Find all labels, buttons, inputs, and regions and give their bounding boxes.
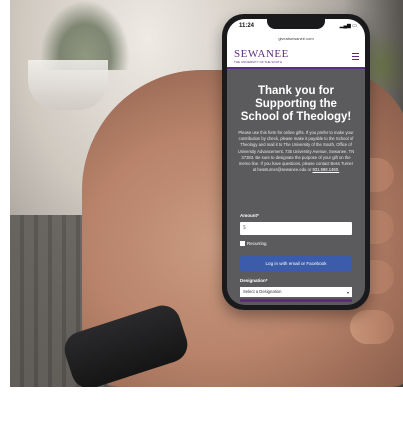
photo-background: 11:24 ▂▄▆ ▭ giveatsewanee.com SEWANEE TH… [10,0,403,387]
designation-select[interactable]: Select a Designation ▾ [240,287,352,297]
accent-bar [240,299,352,302]
amount-input[interactable]: $ [240,222,352,235]
url-bar[interactable]: giveatsewanee.com [227,35,365,45]
plant-pot [28,60,108,110]
signal-icon: ▂▄▆ ▭ [339,23,357,29]
sewanee-logo[interactable]: SEWANEE [234,48,289,60]
smartphone: 11:24 ▂▄▆ ▭ giveatsewanee.com SEWANEE TH… [222,14,370,310]
amount-prefix: $ [243,225,246,231]
designation-label: Designation* [240,278,268,283]
url-text: giveatsewanee.com [278,36,314,41]
finger [350,310,394,344]
site-header: SEWANEE THE UNIVERSITY OF THE SOUTH [227,45,365,69]
checkbox-icon[interactable] [240,241,245,247]
login-button[interactable]: Log in with email or Facebook [240,256,352,271]
designation-value: Select a Designation [243,289,282,294]
status-bar: 11:24 ▂▄▆ ▭ [227,19,365,35]
page-title: Thank you for Supporting the School of T… [240,85,352,123]
status-time: 11:24 [239,23,255,29]
phone-screen: 11:24 ▂▄▆ ▭ giveatsewanee.com SEWANEE TH… [227,19,365,305]
recurring-label: Recurring [247,241,267,246]
logo-subtitle: THE UNIVERSITY OF THE SOUTH [234,60,282,64]
chevron-down-icon: ▾ [346,290,349,295]
intro-text: Please use this form for online gifts. I… [237,130,355,173]
recurring-checkbox[interactable]: Recurring [240,241,267,247]
amount-label: Amount* [240,213,259,218]
menu-icon[interactable] [352,53,359,62]
notch [267,19,325,29]
phone-link[interactable]: 931.598.1460. [312,167,339,172]
intro-body: Please use this form for online gifts. I… [237,130,355,173]
